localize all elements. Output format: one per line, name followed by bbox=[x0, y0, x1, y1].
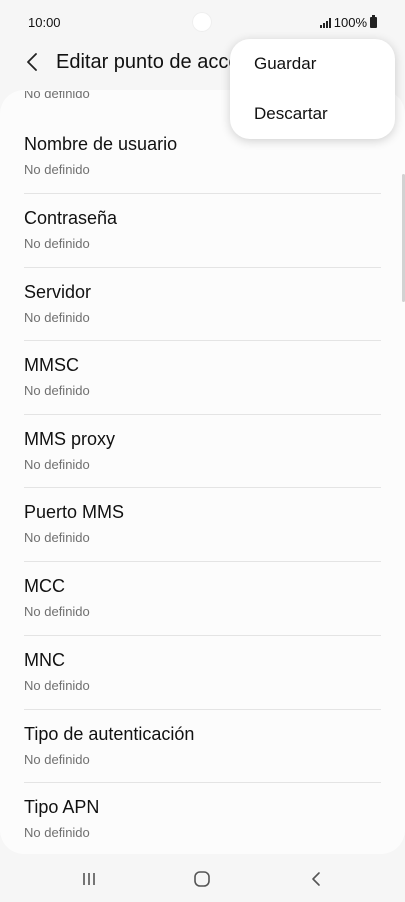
nav-back-button[interactable] bbox=[296, 866, 336, 892]
list-item-mnc[interactable]: MNC No definido bbox=[0, 606, 405, 693]
chevron-left-icon bbox=[27, 53, 37, 71]
home-button[interactable] bbox=[182, 866, 222, 892]
page-title: Editar punto de acceso bbox=[56, 51, 236, 73]
list-item-mms-port[interactable]: Puerto MMS No definido bbox=[0, 458, 405, 545]
item-title: Tipo APN bbox=[24, 797, 100, 817]
status-indicators: 100% bbox=[319, 15, 377, 30]
navigation-bar bbox=[0, 856, 405, 902]
back-button[interactable] bbox=[18, 46, 46, 78]
item-title: Contraseña bbox=[24, 208, 118, 228]
list-item-password[interactable]: Contraseña No definido bbox=[0, 164, 405, 251]
recents-button[interactable] bbox=[69, 866, 109, 892]
screen: 10:00 100% Editar punto de acceso No def… bbox=[0, 0, 405, 902]
item-title: Tipo de autenticación bbox=[24, 724, 195, 744]
nav-back-icon bbox=[312, 872, 320, 886]
list-item-mmsc[interactable]: MMSC No definido bbox=[0, 311, 405, 398]
home-icon bbox=[194, 871, 210, 887]
discard-menu-item[interactable]: Descartar bbox=[230, 89, 395, 139]
battery-icon bbox=[370, 15, 377, 28]
battery-percentage: 100% bbox=[333, 15, 367, 30]
list-item-mcc[interactable]: MCC No definido bbox=[0, 532, 405, 619]
item-title: MCC bbox=[24, 576, 65, 596]
signal-icon bbox=[319, 17, 331, 28]
item-title: Servidor bbox=[24, 282, 92, 302]
item-subtitle: No definido bbox=[24, 825, 90, 840]
list-item-auth-type[interactable]: Tipo de autenticación No definido bbox=[0, 680, 405, 767]
list-item-server[interactable]: Servidor No definido bbox=[0, 238, 405, 325]
overflow-menu: Guardar Descartar bbox=[230, 39, 395, 139]
item-title: MNC bbox=[24, 650, 65, 670]
status-bar: 10:00 100% bbox=[0, 0, 405, 44]
settings-list: No definido Nombre de usuario No definid… bbox=[0, 90, 405, 854]
item-title: MMSC bbox=[24, 355, 79, 375]
item-title: Puerto MMS bbox=[24, 502, 125, 522]
recents-icon bbox=[83, 873, 95, 885]
status-time: 10:00 bbox=[28, 15, 61, 30]
item-title: MMS proxy bbox=[24, 429, 116, 449]
item-title: Nombre de usuario bbox=[24, 134, 178, 154]
save-menu-item[interactable]: Guardar bbox=[230, 39, 395, 89]
front-camera bbox=[192, 12, 212, 32]
list-item-mms-proxy[interactable]: MMS proxy No definido bbox=[0, 385, 405, 472]
list-item-apn-type[interactable]: Tipo APN No definido bbox=[0, 753, 405, 840]
